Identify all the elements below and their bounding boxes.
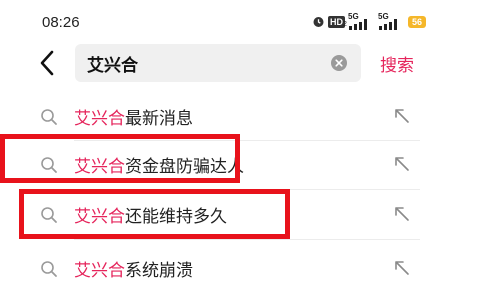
status-time: 08:26 (42, 14, 80, 31)
search-box[interactable] (75, 44, 361, 82)
battery-icon: 56 (408, 16, 426, 28)
search-input[interactable] (87, 44, 327, 82)
search-icon (41, 109, 57, 125)
search-button[interactable]: 搜索 (380, 51, 414, 76)
suggestion-rest: 系统崩溃 (125, 261, 193, 281)
search-bar: 搜索 (0, 40, 483, 88)
back-arrow-icon[interactable] (36, 48, 60, 78)
fill-arrow-icon[interactable] (393, 259, 411, 277)
status-bar: 08:26 HD 2 5G 5G 56 (0, 0, 483, 40)
fill-arrow-icon[interactable] (393, 107, 411, 125)
fill-arrow-icon[interactable] (393, 155, 411, 173)
annotation-box (19, 189, 290, 239)
annotation-box (0, 134, 240, 183)
hd-sub: 2 (343, 21, 347, 28)
suggestion-highlight: 艾兴合 (74, 109, 125, 129)
clear-icon[interactable] (331, 55, 347, 71)
divider (74, 239, 420, 240)
suggestion-text: 艾兴合系统崩溃 (74, 256, 193, 281)
suggestion-item[interactable]: 艾兴合系统崩溃 (30, 244, 420, 294)
fill-arrow-icon[interactable] (393, 205, 411, 223)
search-icon (41, 261, 57, 277)
suggestion-rest: 最新消息 (125, 109, 193, 129)
suggestion-text: 艾兴合最新消息 (74, 104, 193, 129)
alarm-icon (313, 17, 324, 27)
suggestion-highlight: 艾兴合 (74, 261, 125, 281)
